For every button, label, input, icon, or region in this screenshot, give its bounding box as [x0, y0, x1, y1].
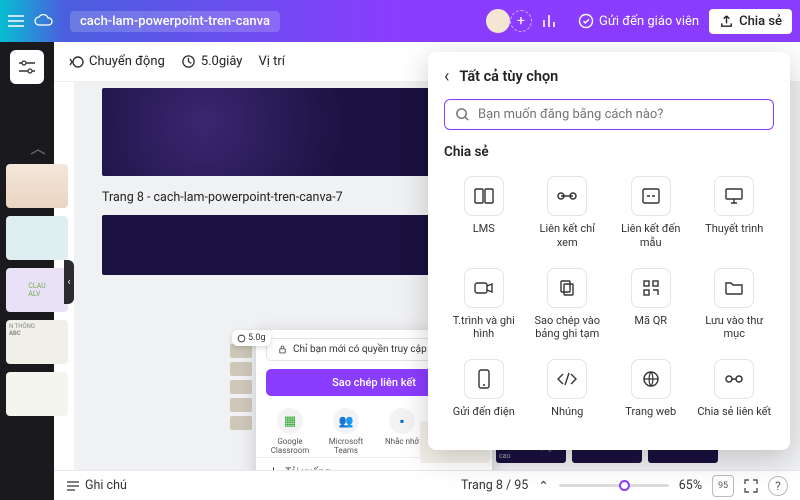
slide-thumbnail[interactable]	[6, 372, 68, 416]
share-option-embed[interactable]: Nhúng	[528, 353, 608, 437]
motion-button[interactable]: Chuyển động	[68, 54, 165, 70]
mini-thumb	[230, 344, 252, 358]
position-label: Vị trí	[258, 54, 285, 69]
position-button[interactable]: Vị trí	[258, 54, 285, 69]
share-button[interactable]: Chia sẻ	[709, 9, 792, 34]
share-option-phone[interactable]: Gửi đến điện	[444, 353, 524, 437]
globe-icon	[631, 359, 671, 399]
grid-view-button[interactable]: 95	[712, 475, 734, 497]
document-title[interactable]: cach-lam-powerpoint-tren-canva	[70, 11, 280, 32]
share-google-classroom[interactable]: ▦Google Classroom	[265, 408, 315, 455]
share-link-icon	[714, 359, 754, 399]
qr-icon	[631, 268, 671, 308]
app-header: cach-lam-powerpoint-tren-canva + Gửi đến…	[0, 0, 800, 42]
share-option-present[interactable]: Thuyết trình	[695, 170, 775, 256]
slide-preview-current[interactable]	[102, 215, 442, 275]
lms-icon	[464, 176, 504, 216]
collapse-sidebar-handle[interactable]: ‹	[64, 260, 74, 304]
zoom-slider[interactable]	[559, 484, 669, 487]
share-option-clipboard[interactable]: Sao chép vào bảng ghi tạm	[528, 262, 608, 348]
clipboard-icon	[547, 268, 587, 308]
cloud-sync-icon[interactable]	[34, 14, 54, 28]
notes-button[interactable]: Ghi chú	[66, 478, 127, 493]
phone-icon	[464, 359, 504, 399]
share-option-view-link[interactable]: Liên kết chỉ xem	[528, 170, 608, 256]
bottom-bar: Ghi chú Trang 8 / 95 ⌃ 65% 95 ?	[54, 470, 800, 500]
add-collaborator-button[interactable]: +	[510, 10, 532, 32]
embed-icon	[547, 359, 587, 399]
share-options-grid: LMS Liên kết chỉ xem Liên kết đến mẫu Th…	[444, 170, 774, 437]
duration-pill[interactable]: 5.0g	[232, 330, 271, 346]
template-link-icon	[631, 176, 671, 216]
share-button-label: Chia sẻ	[739, 14, 782, 29]
zoom-thumb[interactable]	[619, 480, 630, 491]
adjustments-button[interactable]	[10, 50, 44, 84]
share-search-input[interactable]	[478, 107, 763, 122]
slide-thumbnail[interactable]	[6, 216, 68, 260]
present-icon	[714, 176, 754, 216]
link-icon	[547, 176, 587, 216]
share-option-folder[interactable]: Lưu vào thư mục	[695, 262, 775, 348]
share-option-website[interactable]: Trang web	[611, 353, 691, 437]
mini-thumb-column	[230, 344, 254, 430]
motion-label: Chuyển động	[89, 54, 165, 69]
folder-icon	[714, 268, 754, 308]
analytics-button[interactable]	[532, 8, 568, 34]
duration-button[interactable]: 5.0giây	[181, 54, 243, 69]
mini-thumb	[230, 416, 252, 430]
slide-preview-prev[interactable]	[102, 88, 442, 176]
share-option-template-link[interactable]: Liên kết đến mẫu	[611, 170, 691, 256]
zoom-value[interactable]: 65%	[679, 478, 702, 493]
share-option-present-record[interactable]: T.trình và ghi hình	[444, 262, 524, 348]
fullscreen-button[interactable]	[744, 479, 758, 493]
share-panel: ‹ Tất cả tùy chọn Chia sẻ LMS Liên kết c…	[428, 52, 790, 450]
send-to-teacher-label: Gửi đến giáo viên	[599, 14, 699, 29]
menu-icon[interactable]	[8, 15, 24, 27]
mini-thumb	[230, 380, 252, 394]
help-button[interactable]: ?	[768, 476, 788, 496]
user-avatar[interactable]	[486, 9, 510, 33]
page-indicator[interactable]: Trang 8 / 95	[461, 478, 528, 493]
mini-thumb	[230, 398, 252, 412]
share-search[interactable]	[444, 99, 774, 130]
slide-thumbnail[interactable]	[6, 164, 68, 208]
duration-label: 5.0giây	[201, 54, 243, 69]
send-to-teacher-button[interactable]: Gửi đến giáo viên	[568, 8, 709, 34]
slide-thumbnails: CLAUALV N THÔNGABC	[0, 142, 74, 470]
slide-thumbnail[interactable]: N THÔNGABC	[6, 320, 68, 364]
share-section-title: Chia sẻ	[444, 144, 774, 160]
share-microsoft-teams[interactable]: 👥Microsoft Teams	[321, 408, 371, 455]
scroll-up-icon[interactable]: ⌃	[538, 478, 548, 494]
share-option-lms[interactable]: LMS	[444, 170, 524, 256]
back-button[interactable]: ‹	[444, 66, 449, 87]
record-icon	[464, 268, 504, 308]
share-option-qr[interactable]: Mã QR	[611, 262, 691, 348]
share-option-share-link[interactable]: Chia sẻ liên kết	[695, 353, 775, 437]
share-panel-title: Tất cả tùy chọn	[459, 68, 558, 85]
search-icon	[455, 107, 470, 122]
slide-thumbnail[interactable]: CLAUALV	[6, 268, 68, 312]
mini-thumb	[230, 362, 252, 376]
